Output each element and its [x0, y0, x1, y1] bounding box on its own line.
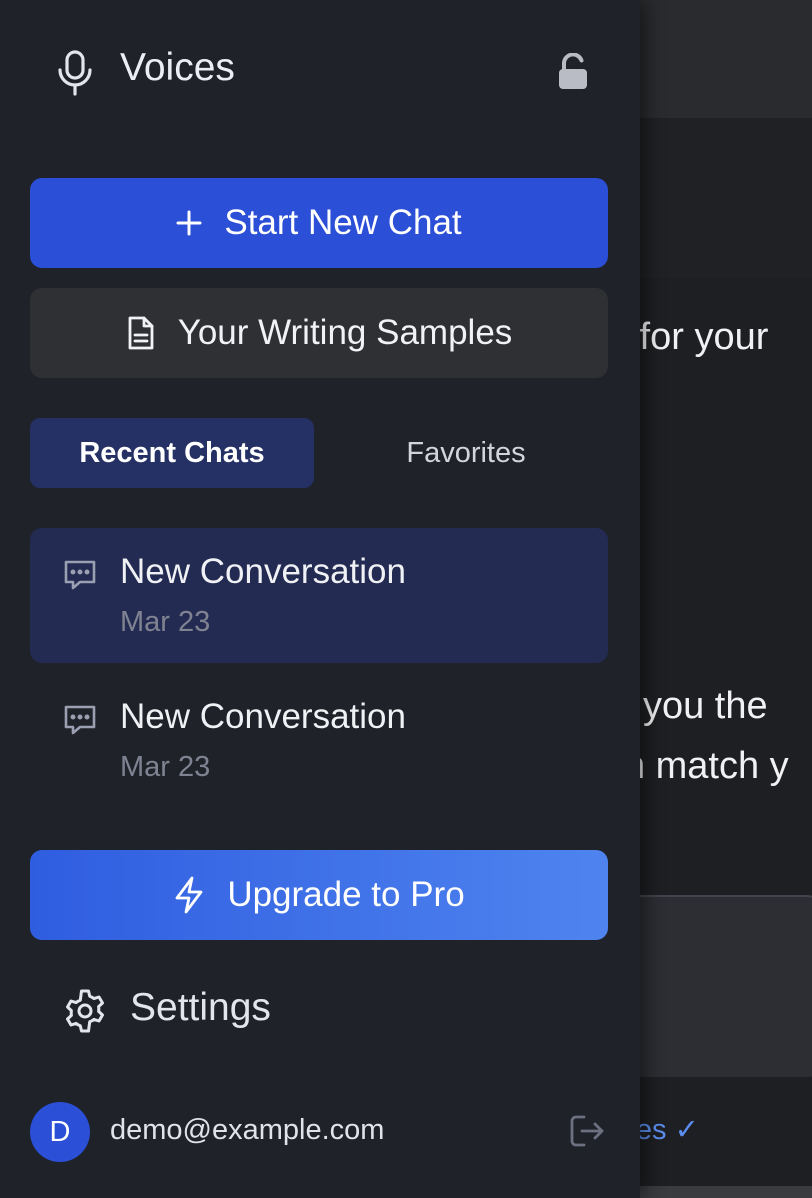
- header-band: [640, 118, 812, 278]
- settings-button[interactable]: Settings: [60, 980, 460, 1040]
- writing-samples-label: Your Writing Samples: [177, 313, 513, 352]
- sidebar: Voices Start New Chat Your Writing Sampl…: [0, 0, 640, 1198]
- upgrade-to-pro-button[interactable]: Upgrade to Pro: [30, 850, 608, 940]
- conversation-item[interactable]: New Conversation Mar 23: [30, 673, 608, 808]
- conversation-title: New Conversation: [120, 697, 406, 736]
- conversation-item[interactable]: New Conversation Mar 23: [30, 528, 608, 663]
- chat-tabs: Recent Chats Favorites: [30, 418, 608, 488]
- document-icon: [128, 316, 154, 350]
- sidebar-title: Voices: [120, 46, 235, 89]
- start-new-chat-label: Start New Chat: [224, 203, 462, 242]
- conversation-date: Mar 23: [120, 751, 211, 783]
- unlock-icon[interactable]: [556, 53, 590, 91]
- avatar[interactable]: D: [30, 1102, 90, 1162]
- tab-recent-chats[interactable]: Recent Chats: [30, 418, 314, 488]
- chat-bubble-icon: [64, 705, 96, 735]
- upgrade-label: Upgrade to Pro: [227, 875, 465, 914]
- conversation-date: Mar 23: [120, 606, 211, 638]
- settings-label: Settings: [130, 986, 271, 1029]
- writing-samples-button[interactable]: Your Writing Samples: [30, 288, 608, 378]
- tab-favorites[interactable]: Favorites: [324, 418, 608, 488]
- microphone-icon: [58, 50, 92, 96]
- conversation-title: New Conversation: [120, 552, 406, 591]
- lightning-icon: [175, 876, 203, 914]
- logout-icon[interactable]: [568, 1112, 606, 1150]
- user-email: demo@example.com: [110, 1114, 385, 1146]
- chat-bubble-icon: [64, 560, 96, 590]
- plus-icon: [176, 210, 202, 236]
- account-footer: D demo@example.com: [0, 1098, 640, 1168]
- sidebar-header: Voices: [0, 38, 640, 108]
- gear-icon: [66, 989, 104, 1033]
- start-new-chat-button[interactable]: Start New Chat: [30, 178, 608, 268]
